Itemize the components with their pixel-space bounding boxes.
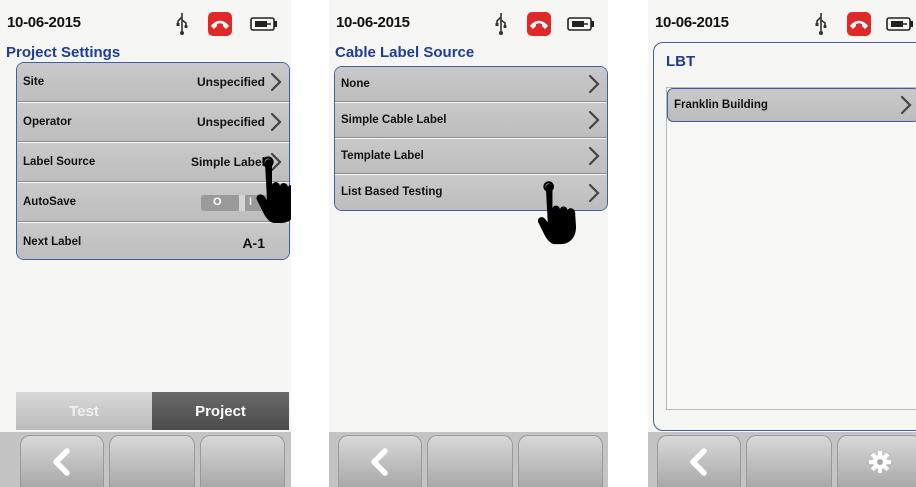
battery-icon — [886, 16, 914, 32]
softkey-bar — [648, 432, 916, 487]
tab-label: Project — [195, 402, 246, 420]
page-title: Project Settings — [6, 44, 121, 61]
row-value: Unspecified — [196, 75, 265, 89]
row-value: A-1 — [242, 235, 265, 251]
back-button[interactable] — [338, 435, 422, 487]
gear-icon — [868, 450, 892, 474]
row-label: Operator — [23, 116, 72, 128]
option-template-label[interactable]: Template Label — [335, 139, 607, 174]
phone-hangup-icon[interactable] — [847, 12, 871, 36]
chevron-right-icon — [269, 72, 283, 92]
softkey-3[interactable] — [518, 435, 603, 487]
screen-cable-label-source: 10-06-2015 Cable Label Source None Simpl… — [329, 0, 608, 487]
pointing-hand-icon — [535, 180, 585, 246]
lbt-list: Franklin Building — [666, 87, 916, 410]
option-label: None — [341, 78, 370, 90]
date-label: 10-06-2015 — [7, 14, 81, 31]
back-arrow-icon — [687, 447, 711, 477]
option-simple-cable-label[interactable]: Simple Cable Label — [335, 103, 607, 138]
chevron-right-icon — [899, 95, 913, 115]
date-label: 10-06-2015 — [655, 14, 729, 31]
softkey-2[interactable] — [746, 435, 832, 487]
option-label: Simple Cable Label — [341, 114, 447, 126]
setting-row-operator[interactable]: Operator Unspecified — [17, 103, 289, 142]
tab-label: Test — [69, 402, 99, 420]
screen-project-settings: 10-06-2015 Project Settings Site Unspeci… — [0, 0, 291, 487]
row-label: Next Label — [23, 236, 82, 248]
toggle-off-label: O — [213, 196, 222, 208]
chevron-right-icon — [269, 112, 283, 132]
softkey-2[interactable] — [109, 435, 195, 487]
page-title: Cable Label Source — [335, 44, 475, 61]
back-button[interactable] — [20, 435, 104, 487]
date-label: 10-06-2015 — [336, 14, 410, 31]
tab-test[interactable]: Test — [16, 392, 152, 430]
option-none[interactable]: None — [335, 67, 607, 102]
page-title: LBT — [666, 53, 696, 70]
usb-icon — [814, 11, 828, 35]
setting-row-site[interactable]: Site Unspecified — [17, 63, 289, 102]
chevron-right-icon — [587, 146, 601, 166]
softkey-bar — [329, 432, 608, 487]
option-label: List Based Testing — [341, 186, 443, 198]
usb-icon — [175, 11, 189, 35]
row-label: Site — [23, 76, 45, 88]
row-value: Unspecified — [196, 115, 265, 129]
mode-tabs: Test Project — [16, 392, 289, 430]
back-button[interactable] — [657, 435, 741, 487]
setting-row-next-label[interactable]: Next Label A-1 — [17, 223, 289, 259]
row-label: AutoSave — [23, 196, 77, 208]
lbt-panel: LBT Franklin Building — [653, 42, 916, 431]
phone-hangup-icon[interactable] — [208, 12, 232, 36]
row-label: Label Source — [23, 156, 96, 168]
chevron-right-icon — [587, 183, 601, 203]
softkey-bar — [0, 432, 291, 487]
row-value: Simple Label — [190, 155, 265, 169]
screen-lbt: 10-06-2015 LBT Franklin Building — [648, 0, 916, 487]
settings-list: Site Unspecified Operator Unspecified La… — [16, 62, 290, 260]
back-arrow-icon — [50, 447, 74, 477]
settings-button[interactable] — [837, 435, 916, 487]
setting-row-autosave: AutoSave O I — [17, 183, 289, 222]
back-arrow-icon — [368, 447, 392, 477]
toggle-knob — [239, 195, 245, 211]
item-label: Franklin Building — [674, 99, 768, 111]
toggle-on-label: I — [249, 196, 253, 208]
tab-project[interactable]: Project — [152, 392, 289, 430]
status-bar: 10-06-2015 — [648, 0, 916, 44]
softkey-2[interactable] — [427, 435, 513, 487]
battery-icon — [567, 16, 595, 32]
battery-icon — [250, 16, 278, 32]
status-bar: 10-06-2015 — [0, 0, 291, 44]
lbt-list-item[interactable]: Franklin Building — [667, 88, 916, 122]
chevron-right-icon — [587, 74, 601, 94]
setting-row-label-source[interactable]: Label Source Simple Label — [17, 143, 289, 182]
usb-icon — [494, 11, 508, 35]
softkey-3[interactable] — [200, 435, 285, 487]
option-label: Template Label — [341, 150, 424, 162]
status-bar: 10-06-2015 — [329, 0, 608, 44]
pointing-hand-icon — [255, 154, 291, 226]
chevron-right-icon — [587, 110, 601, 130]
phone-hangup-icon[interactable] — [527, 12, 551, 36]
